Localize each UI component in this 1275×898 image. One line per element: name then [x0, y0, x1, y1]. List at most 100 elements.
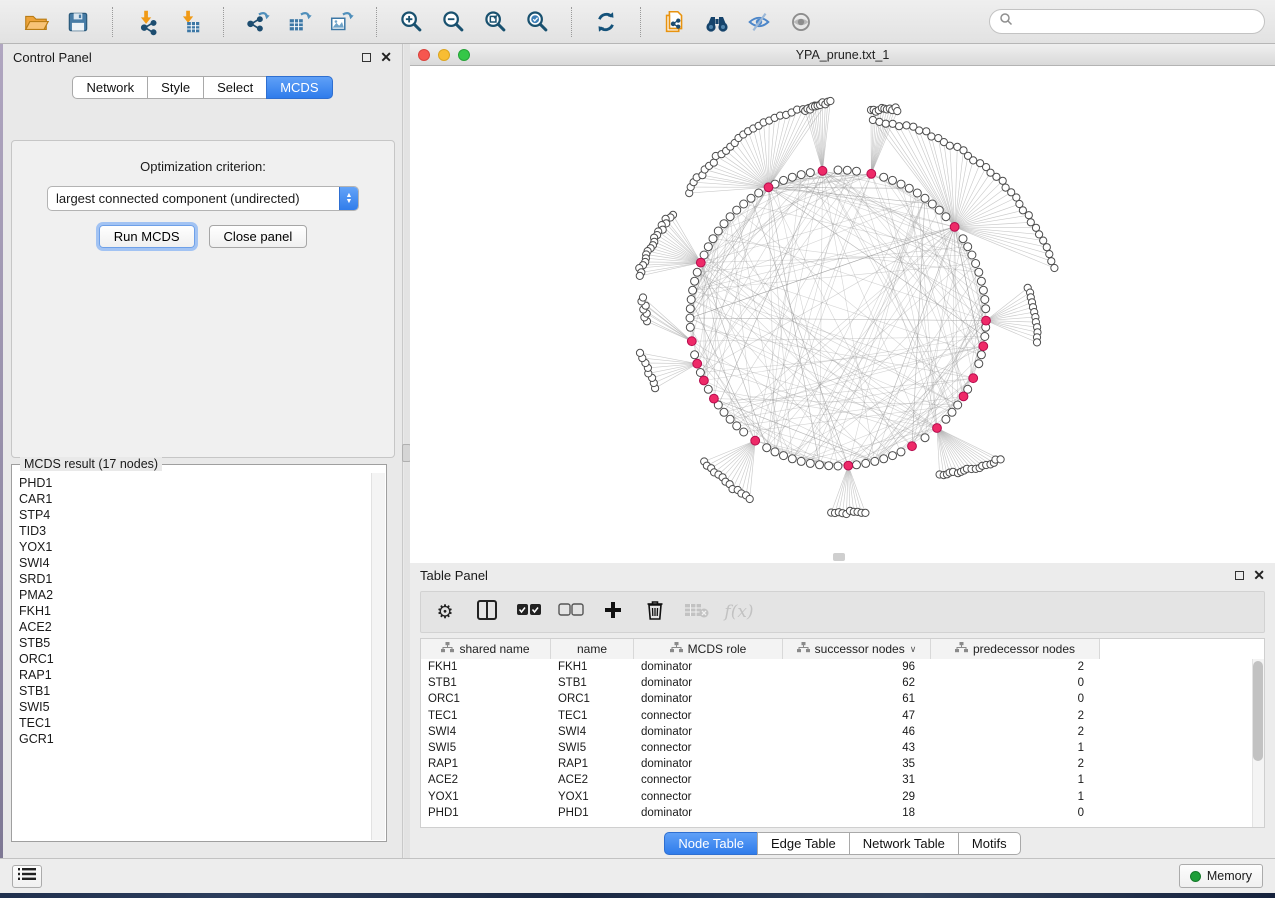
table-cell: 2 — [931, 758, 1100, 770]
close-panel-button[interactable]: Close panel — [209, 225, 308, 248]
network-window-title: YPA_prune.txt_1 — [410, 48, 1275, 62]
preview-eye-button[interactable] — [783, 5, 819, 39]
table-tab-motifs[interactable]: Motifs — [958, 832, 1021, 855]
select-all-button[interactable] — [517, 599, 541, 625]
refresh-layout-button[interactable] — [588, 5, 624, 39]
tab-style[interactable]: Style — [147, 76, 203, 99]
column-header-successor-nodes[interactable]: successor nodes∨ — [783, 639, 931, 659]
show-columns-button[interactable] — [475, 599, 499, 625]
status-bar: Memory — [0, 858, 1275, 893]
result-list-item[interactable]: GCR1 — [19, 731, 365, 747]
export-network-button[interactable] — [240, 5, 276, 39]
network-search-field[interactable] — [989, 9, 1265, 34]
criterion-select[interactable]: largest connected component (undirected)… — [47, 186, 359, 211]
table-cell: 47 — [783, 710, 931, 722]
table-cell: connector — [634, 742, 783, 754]
tab-network[interactable]: Network — [72, 76, 147, 99]
table-tab-network-table[interactable]: Network Table — [849, 832, 958, 855]
table-cell: PHD1 — [551, 807, 634, 819]
toggle-visibility-button[interactable] — [741, 5, 777, 39]
table-cell: SWI5 — [421, 742, 551, 754]
float-table-panel-icon[interactable] — [1235, 571, 1244, 580]
result-list-scrollbar[interactable] — [371, 473, 385, 840]
table-cell: connector — [634, 710, 783, 722]
table-cell: dominator — [634, 661, 783, 673]
import-table-file-button[interactable] — [171, 5, 207, 39]
zoom-fit-button[interactable] — [477, 5, 513, 39]
result-list-item[interactable]: SWI4 — [19, 555, 365, 571]
table-scrollbar[interactable] — [1252, 659, 1264, 827]
delete-column-button[interactable] — [643, 599, 667, 625]
close-table-panel-icon[interactable]: ✕ — [1253, 571, 1265, 580]
result-list-item[interactable]: YOX1 — [19, 539, 365, 555]
add-column-button[interactable] — [601, 599, 625, 625]
table-row[interactable]: ORC1ORC1dominator610 — [421, 691, 1264, 707]
tab-select[interactable]: Select — [203, 76, 266, 99]
table-row[interactable]: SWI4SWI4dominator462 — [421, 724, 1264, 740]
search-icon — [999, 12, 1013, 31]
search-input[interactable] — [1018, 15, 1255, 29]
find-network-button[interactable] — [699, 5, 735, 39]
export-image-button[interactable] — [324, 5, 360, 39]
network-graph[interactable] — [410, 66, 1275, 563]
export-table-button[interactable] — [282, 5, 318, 39]
memory-label: Memory — [1207, 869, 1252, 883]
table-cell: 2 — [931, 661, 1100, 673]
table-settings-button[interactable]: ⚙ — [433, 599, 457, 625]
duplicate-network-icon — [661, 8, 689, 36]
zoom-selected-button[interactable] — [519, 5, 555, 39]
result-list-item[interactable]: STB5 — [19, 635, 365, 651]
network-window-titlebar[interactable]: YPA_prune.txt_1 — [410, 44, 1275, 66]
column-header-predecessor-nodes[interactable]: predecessor nodes — [931, 639, 1100, 659]
result-list-item[interactable]: SWI5 — [19, 699, 365, 715]
run-mcds-button[interactable]: Run MCDS — [99, 225, 195, 248]
desktop-wallpaper-bottom — [0, 893, 1275, 898]
result-list-item[interactable]: RAP1 — [19, 667, 365, 683]
table-row[interactable]: STB1STB1dominator620 — [421, 675, 1264, 691]
network-scrollbar-thumb[interactable] — [833, 553, 845, 561]
table-row[interactable]: ACE2ACE2connector311 — [421, 772, 1264, 788]
table-header-row: shared namenameMCDS rolesuccessor nodes∨… — [421, 639, 1264, 659]
table-row[interactable]: TEC1TEC1connector472 — [421, 708, 1264, 724]
column-header-name[interactable]: name — [551, 639, 634, 659]
deselect-all-button[interactable] — [559, 599, 583, 625]
table-cell: RAP1 — [551, 758, 634, 770]
result-list-item[interactable]: STP4 — [19, 507, 365, 523]
result-list-item[interactable]: STB1 — [19, 683, 365, 699]
close-panel-icon[interactable]: ✕ — [380, 53, 392, 62]
table-row[interactable]: SWI5SWI5connector431 — [421, 740, 1264, 756]
result-list-item[interactable]: PHD1 — [19, 475, 365, 491]
result-list-item[interactable]: ACE2 — [19, 619, 365, 635]
fx-icon: f(x) — [724, 602, 753, 622]
zoom-in-button[interactable] — [393, 5, 429, 39]
column-header-shared-name[interactable]: shared name — [421, 639, 551, 659]
zoom-in-icon — [397, 8, 425, 36]
float-panel-icon[interactable] — [362, 53, 371, 62]
result-list-item[interactable]: CAR1 — [19, 491, 365, 507]
table-scrollbar-thumb[interactable] — [1253, 661, 1263, 761]
duplicate-network-button[interactable] — [657, 5, 693, 39]
table-row[interactable]: YOX1YOX1connector291 — [421, 789, 1264, 805]
result-list-item[interactable]: PMA2 — [19, 587, 365, 603]
table-row[interactable]: PHD1PHD1dominator180 — [421, 805, 1264, 821]
save-session-button[interactable] — [60, 5, 96, 39]
result-list-item[interactable]: ORC1 — [19, 651, 365, 667]
column-header-MCDS-role[interactable]: MCDS role — [634, 639, 783, 659]
table-row[interactable]: FKH1FKH1dominator962 — [421, 659, 1264, 675]
network-canvas[interactable] — [410, 66, 1275, 563]
table-row[interactable]: RAP1RAP1dominator352 — [421, 756, 1264, 772]
import-network-file-button[interactable] — [129, 5, 165, 39]
table-tab-edge-table[interactable]: Edge Table — [757, 832, 849, 855]
result-list-item[interactable]: FKH1 — [19, 603, 365, 619]
table-tab-node-table[interactable]: Node Table — [664, 832, 757, 855]
mcds-result-list[interactable]: PHD1CAR1STP4TID3YOX1SWI4SRD1PMA2FKH1ACE2… — [13, 473, 371, 840]
result-list-item[interactable]: SRD1 — [19, 571, 365, 587]
result-list-item[interactable]: TID3 — [19, 523, 365, 539]
zoom-out-button[interactable] — [435, 5, 471, 39]
open-file-button[interactable] — [18, 5, 54, 39]
tab-mcds[interactable]: MCDS — [266, 76, 332, 99]
memory-button[interactable]: Memory — [1179, 864, 1263, 888]
table-cell: 43 — [783, 742, 931, 754]
result-list-item[interactable]: TEC1 — [19, 715, 365, 731]
task-history-button[interactable] — [12, 865, 42, 888]
